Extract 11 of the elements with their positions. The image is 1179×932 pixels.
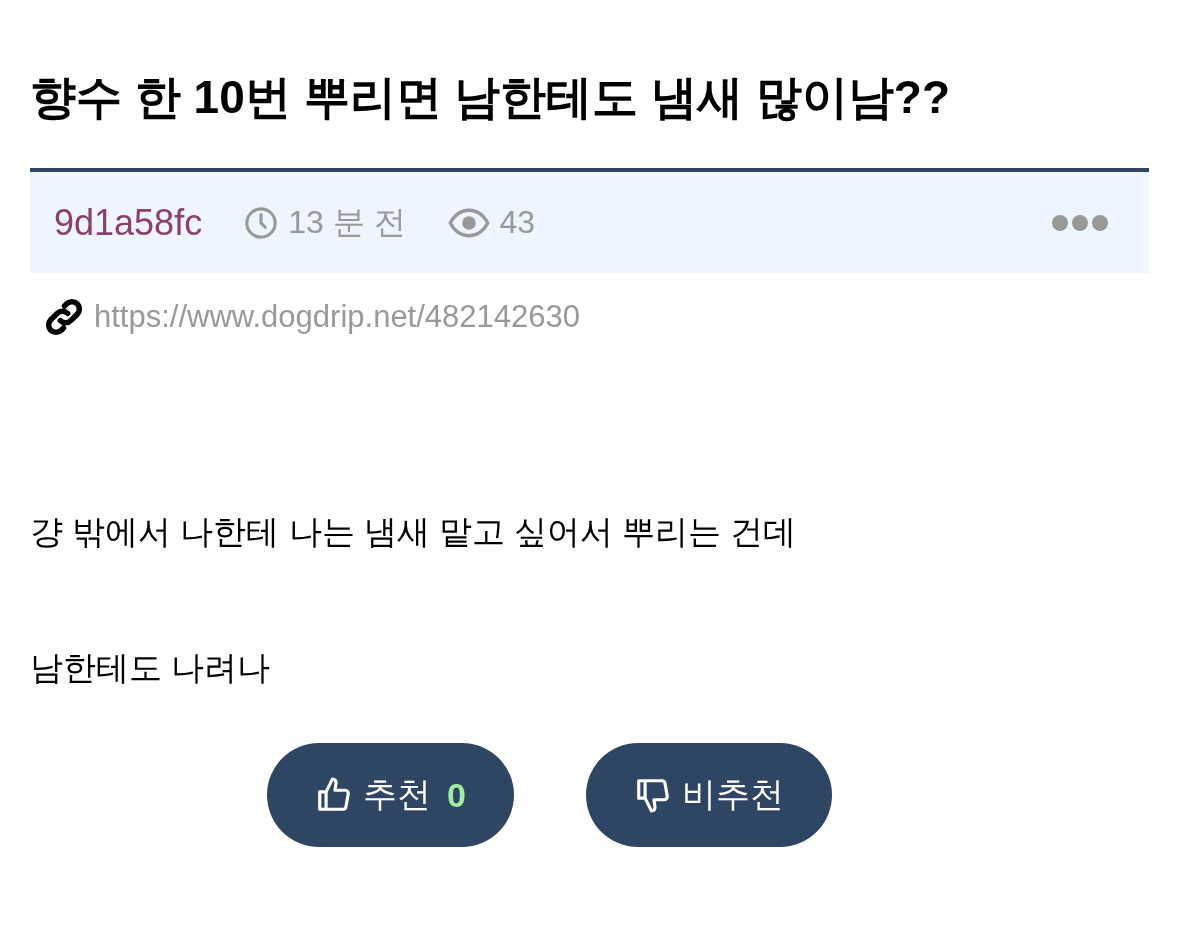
clock-icon	[244, 205, 279, 240]
author-name[interactable]: 9d1a58fc	[54, 201, 203, 244]
post-paragraph: 걍 밖에서 나한테 나는 냄새 맡고 싶어서 뿌리는 건데	[30, 512, 798, 552]
downvote-button[interactable]: 비추천	[585, 743, 832, 847]
post-time: 13 분 전	[288, 202, 406, 242]
upvote-button[interactable]: 추천 0	[267, 743, 514, 847]
view-count: 43	[499, 204, 536, 241]
more-icon[interactable]	[1051, 213, 1109, 232]
eye-icon	[447, 207, 490, 238]
post-title: 향수 한 10번 뿌리면 남한테도 냄새 많이남??	[30, 70, 952, 125]
post-paragraph: 남한테도 나려나	[30, 648, 272, 688]
